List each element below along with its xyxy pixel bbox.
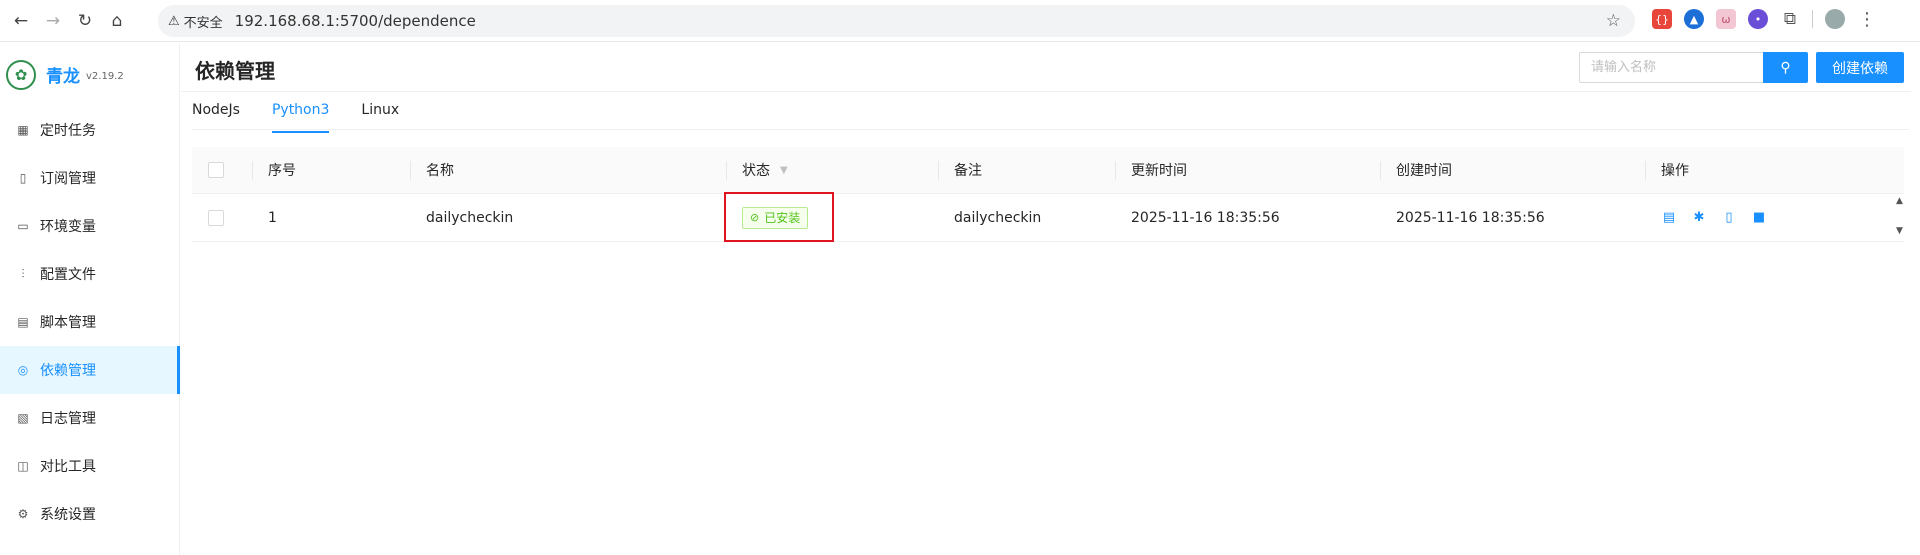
sidebar-item-label: 脚本管理 [40,315,96,331]
column-header-name: 名称 [410,147,726,193]
sidebar: ✿ 青龙 v2.19.2 ▦ 定时任务 ▯ 订阅管理 ▭ 环境变量 ⫶ 配置文件… [0,43,180,555]
extensions-puzzle-icon[interactable]: ⧉ [1780,9,1800,29]
app-name: 青龙 [46,67,80,87]
table-header: 序号 名称 状态 ▼ 备注 更新时间 创建时间 操作 [192,147,1904,194]
main-content: 依赖管理 ⚲ 创建依赖 NodeJs Python3 Linux 序号 名称 状… [181,43,1920,555]
page-title: 依赖管理 [195,59,275,83]
row-updated-time: 2025-11-16 18:35:56 [1131,209,1280,226]
row-actions: ▤ ✱ ▯ ■ [1645,194,1904,241]
sidebar-item-cron[interactable]: ▦ 定时任务 [0,106,179,154]
sidebar-item-label: 日志管理 [40,411,96,427]
sidebar-item-label: 订阅管理 [40,171,96,187]
monitor-icon: ▭ [17,219,29,233]
create-dependence-button[interactable]: 创建依赖 [1816,52,1904,83]
toolbar-divider [1812,10,1813,28]
column-header-actions: 操作 [1645,147,1904,193]
row-index: 1 [268,209,277,226]
search-button[interactable]: ⚲ [1763,52,1808,83]
tabs-divider [192,129,1909,130]
uninstall-trash-icon[interactable]: ▯ [1721,210,1737,226]
home-icon[interactable]: ⌂ [106,10,128,32]
sidebar-item-config[interactable]: ⫶ 配置文件 [0,250,179,298]
browser-toolbar: ← → ↻ ⌂ ⚠ 不安全 192.168.68.1:5700/dependen… [0,0,1920,42]
search-input[interactable] [1579,52,1763,83]
row-remark: dailycheckin [954,209,1042,226]
address-bar[interactable]: ⚠ 不安全 192.168.68.1:5700/dependence ☆ [158,5,1635,37]
table-row[interactable]: 1 dailycheckin ⊘ 已安装 dailycheckin 2025-1… [192,194,1904,242]
row-name: dailycheckin [426,209,514,226]
gear-icon: ⚙ [17,507,29,521]
reload-icon[interactable]: ↻ [74,10,96,32]
forward-icon[interactable]: → [42,10,64,32]
column-header-created: 创建时间 [1380,147,1645,193]
sidebar-item-label: 配置文件 [40,267,96,283]
sidebar-item-label: 定时任务 [40,123,96,139]
header-select-cell [192,147,252,193]
logo-row: ✿ 青龙 v2.19.2 [0,43,179,106]
tab-linux[interactable]: Linux [361,96,399,133]
search-icon: ⚲ [1780,59,1791,75]
scroll-down-arrow-icon[interactable]: ▼ [1896,226,1903,236]
log-icon: ▧ [17,411,29,425]
extension-json-icon[interactable]: {} [1652,9,1672,29]
sliders-icon: ⫶ [21,266,25,281]
sidebar-item-log[interactable]: ▧ 日志管理 [0,394,179,442]
column-header-remark: 备注 [938,147,1115,193]
warning-icon: ⚠ [168,13,180,29]
sidebar-item-script[interactable]: ▤ 脚本管理 [0,298,179,346]
bookmark-star-icon[interactable]: ☆ [1606,11,1621,31]
calendar-icon: ▦ [17,123,29,137]
tab-nodejs[interactable]: NodeJs [192,96,240,133]
debug-bug-icon[interactable]: ✱ [1691,210,1707,226]
tab-python3[interactable]: Python3 [271,96,330,133]
diff-icon: ◫ [17,459,29,473]
view-log-icon[interactable]: ▤ [1661,210,1677,226]
scroll-up-arrow-icon[interactable]: ▲ [1896,196,1903,206]
dependence-icon: ◎ [17,363,29,377]
script-icon: ▤ [17,315,29,329]
highlight-annotation-box [724,192,834,242]
sidebar-item-label: 环境变量 [40,219,96,235]
extension-cat-icon[interactable]: ω [1716,9,1736,29]
subscription-icon: ▯ [19,171,27,185]
dependence-table: 序号 名称 状态 ▼ 备注 更新时间 创建时间 操作 1 dailychecki… [192,147,1904,242]
sidebar-item-subscription[interactable]: ▯ 订阅管理 [0,154,179,202]
sidebar-item-settings[interactable]: ⚙ 系统设置 [0,490,179,538]
column-header-updated: 更新时间 [1115,147,1380,193]
header-divider [181,91,1911,92]
row-select-cell [192,194,252,241]
app-version: v2.19.2 [86,71,124,82]
column-header-status-label: 状态 [742,163,770,179]
browser-menu-icon[interactable]: ⋮ [1857,9,1877,30]
profile-avatar-icon[interactable] [1825,9,1845,29]
row-checkbox[interactable] [208,209,224,226]
sidebar-item-diff[interactable]: ◫ 对比工具 [0,442,179,490]
sidebar-item-label: 对比工具 [40,459,96,475]
insecure-label: 不安全 [183,15,223,31]
sidebar-item-env[interactable]: ▭ 环境变量 [0,202,179,250]
column-header-index: 序号 [252,147,410,193]
url-text[interactable]: 192.168.68.1:5700/dependence [235,12,476,30]
row-created-time: 2025-11-16 18:35:56 [1396,209,1545,226]
extension-purple-icon[interactable]: • [1748,9,1768,29]
column-header-status: 状态 ▼ [726,147,938,193]
sidebar-menu: ▦ 定时任务 ▯ 订阅管理 ▭ 环境变量 ⫶ 配置文件 ▤ 脚本管理 ◎ 依赖管… [0,106,180,538]
runtime-tabs: NodeJs Python3 Linux [192,96,431,133]
filter-icon[interactable]: ▼ [780,165,788,176]
sidebar-item-label: 依赖管理 [40,363,96,379]
sidebar-item-label: 系统设置 [40,507,96,523]
select-all-checkbox[interactable] [208,162,224,178]
sidebar-item-dependence[interactable]: ◎ 依赖管理 [0,346,180,394]
delete-trash-icon[interactable]: ■ [1751,210,1767,226]
back-icon[interactable]: ← [10,10,32,32]
extension-download-icon[interactable]: ▲ [1684,9,1704,29]
qinglong-logo-icon: ✿ [6,59,36,90]
